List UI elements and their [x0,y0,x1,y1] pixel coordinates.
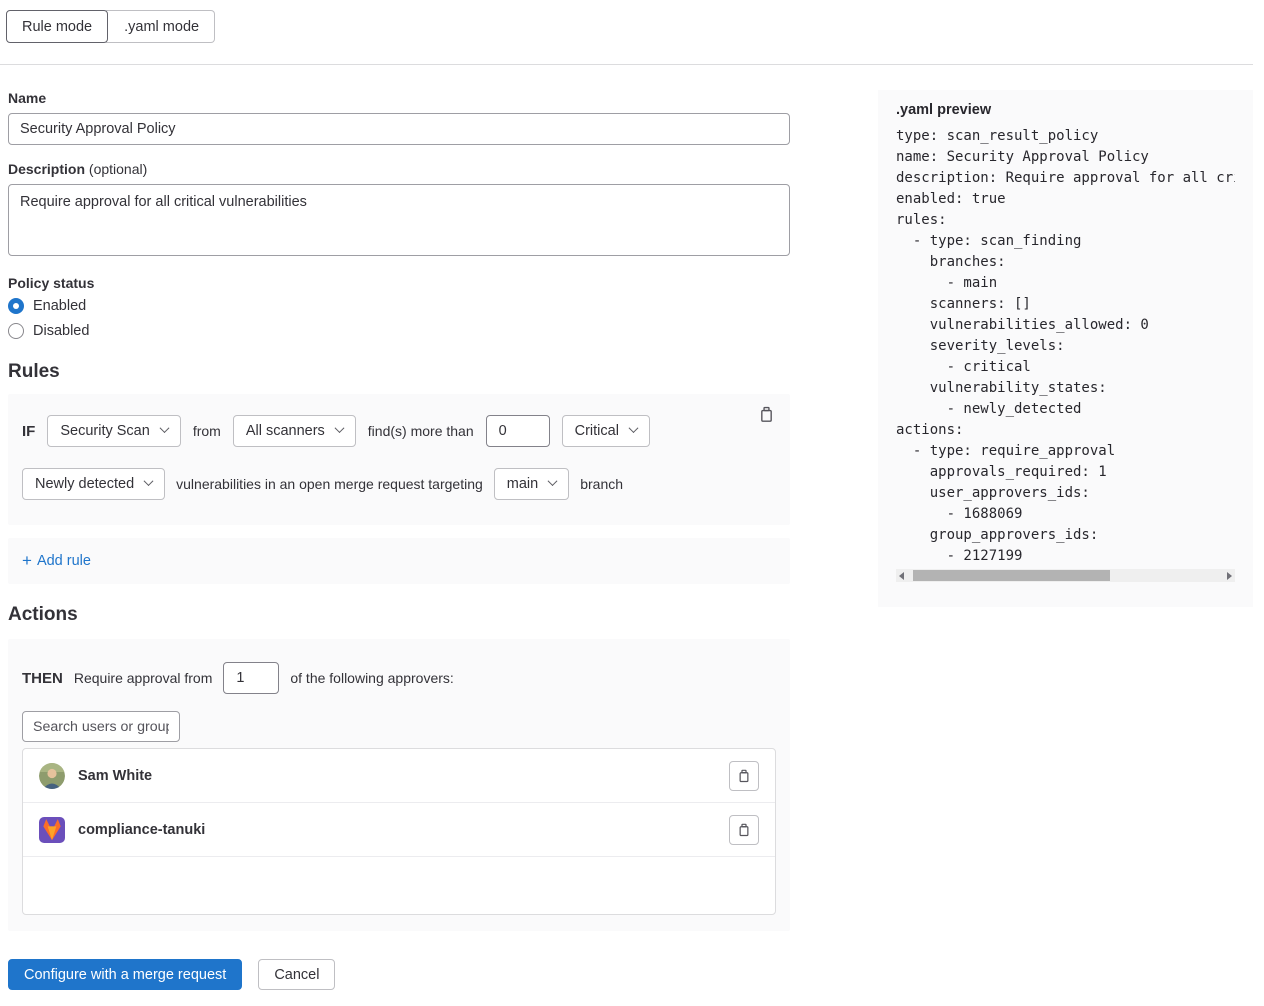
configure-merge-request-button[interactable]: Configure with a merge request [8,959,242,990]
chevron-down-icon [628,423,638,433]
tab-yaml-mode[interactable]: .yaml mode [106,10,215,43]
header-divider [0,64,1253,65]
trash-icon [758,406,775,423]
then-keyword: THEN [22,670,63,687]
remove-approver-button[interactable] [729,761,759,791]
description-label: Description (optional) [8,161,790,177]
policy-editor-page: Rule mode .yaml mode Name Description (o… [0,0,1264,1006]
finds-more-than-label: find(s) more than [368,423,474,439]
scroll-left-arrow-icon[interactable] [899,572,904,580]
approver-list: Sam White [22,748,776,915]
rules-heading: Rules [8,361,790,383]
status-disabled-option[interactable]: Disabled [8,320,790,342]
action-card: THEN Require approval from of the follow… [8,639,790,931]
if-keyword: IF [22,423,35,440]
require-approval-label: Require approval from [74,670,213,686]
chevron-down-icon [548,476,558,486]
delete-rule-button[interactable] [754,402,778,426]
branch-dropdown[interactable]: main [494,468,569,500]
form-footer: Configure with a merge request Cancel [8,959,790,990]
trash-icon [737,769,751,783]
targeting-label: vulnerabilities in an open merge request… [176,476,483,492]
chevron-down-icon [159,423,169,433]
scrollbar-thumb[interactable] [913,570,1110,581]
tab-rule-mode[interactable]: Rule mode [6,10,108,43]
scanners-dropdown[interactable]: All scanners [233,415,356,447]
branch-label: branch [580,476,623,492]
name-input[interactable] [8,113,790,145]
then-row: THEN Require approval from of the follow… [22,662,776,694]
description-optional-hint: (optional) [89,161,147,177]
radio-disabled-label: Disabled [33,323,89,339]
add-rule-section: + Add rule [8,538,790,584]
of-approvers-label: of the following approvers: [290,670,453,686]
chevron-down-icon [334,423,344,433]
add-rule-button[interactable]: + Add rule [22,553,91,569]
description-input[interactable]: Require approval for all critical vulner… [8,184,790,256]
chevron-down-icon [144,476,154,486]
plus-icon: + [22,554,32,568]
approver-name: compliance-tanuki [78,822,205,838]
policy-status-label: Policy status [8,275,790,291]
yaml-preview-panel: .yaml preview type: scan_result_policy n… [878,90,1253,607]
scan-type-dropdown[interactable]: Security Scan [47,415,180,447]
radio-disabled[interactable] [8,323,24,339]
cancel-button[interactable]: Cancel [258,959,335,990]
from-label: from [193,423,221,439]
approvals-required-input[interactable] [223,662,279,694]
user-avatar [39,763,65,789]
scrollbar-track[interactable] [907,569,1224,582]
vulnerabilities-allowed-input[interactable] [486,415,550,447]
approver-search-input[interactable] [22,711,180,742]
radio-enabled[interactable] [8,298,24,314]
remove-approver-button[interactable] [729,815,759,845]
group-avatar [39,817,65,843]
rule-condition-line-2: Newly detected vulnerabilities in an ope… [22,468,776,500]
trash-icon [737,823,751,837]
actions-heading: Actions [8,604,790,626]
scroll-right-arrow-icon[interactable] [1227,572,1232,580]
status-enabled-option[interactable]: Enabled [8,295,790,317]
rule-card: IF Security Scan from All scanners find(… [8,394,790,525]
rule-condition-line-1: IF Security Scan from All scanners find(… [22,415,776,447]
mode-tab-group: Rule mode .yaml mode [6,10,215,43]
approver-name: Sam White [78,768,152,784]
policy-form: Name Description (optional) Require appr… [8,90,790,990]
approver-row-sam-white: Sam White [23,749,775,803]
radio-enabled-label: Enabled [33,298,86,314]
vulnerability-state-dropdown[interactable]: Newly detected [22,468,165,500]
yaml-horizontal-scrollbar[interactable] [896,569,1235,582]
name-label: Name [8,90,790,106]
yaml-preview-code: type: scan_result_policy name: Security … [896,126,1235,567]
severity-dropdown[interactable]: Critical [562,415,650,447]
approver-row-compliance-tanuki: compliance-tanuki [23,803,775,857]
yaml-preview-title: .yaml preview [896,102,1235,118]
